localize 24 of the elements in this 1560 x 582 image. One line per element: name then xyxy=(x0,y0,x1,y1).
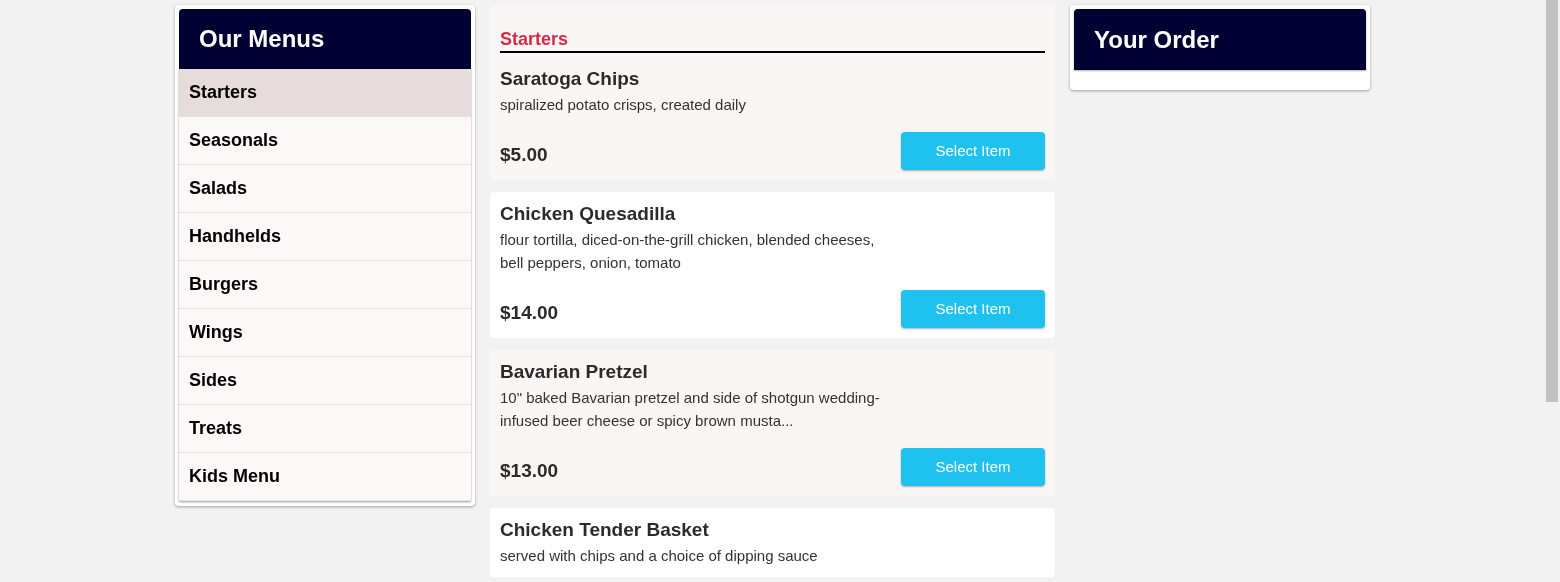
item-description: flour tortilla, diced-on-the-grill chicken, blended cheeses, bell peppers, onion, tomato xyxy=(500,230,876,273)
menu-item[interactable]: Seasonals xyxy=(179,117,471,165)
item-description: served with chips and a choice of dipping sauce xyxy=(500,546,819,566)
item-name: Bavarian Pretzel xyxy=(500,360,649,384)
menu-item[interactable]: Handhelds xyxy=(179,213,471,261)
menu-title: Our Menus xyxy=(199,24,325,54)
item-name: Chicken Tender Basket xyxy=(500,518,710,542)
item-name: Saratoga Chips xyxy=(500,67,641,91)
menu-item[interactable]: Kids Menu xyxy=(179,453,471,501)
menu-item[interactable]: Sides xyxy=(179,357,471,405)
item-description: spiralized potato crisps, created daily xyxy=(500,95,747,115)
item-name: Chicken Quesadilla xyxy=(500,202,677,226)
scrollbar-thumb[interactable] xyxy=(1546,0,1558,402)
order-title: Your Order xyxy=(1094,24,1219,55)
item-price: $14.00 xyxy=(500,300,559,325)
menu-item[interactable]: Wings xyxy=(179,309,471,357)
menu-item[interactable]: Starters xyxy=(179,69,471,117)
menu-item[interactable]: Salads xyxy=(179,165,471,213)
menu-item[interactable]: Burgers xyxy=(179,261,471,309)
item-price: $13.00 xyxy=(500,458,559,483)
menu-item[interactable]: Treats xyxy=(179,405,471,453)
item-description: 10" baked Bavarian pretzel and side of shotgun wedding-infused beer cheese or spicy brown musta... xyxy=(500,388,880,431)
section-heading: Starters xyxy=(500,27,1045,53)
item-price: $5.00 xyxy=(500,142,548,167)
